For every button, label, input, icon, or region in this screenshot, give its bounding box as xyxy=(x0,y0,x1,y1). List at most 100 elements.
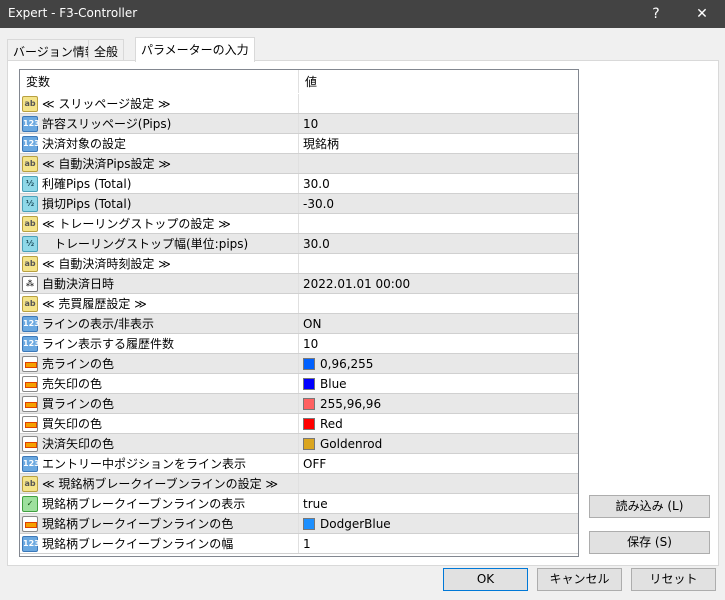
parameter-name-cell: 123 決済対象の設定 xyxy=(20,134,299,153)
parameter-value: Blue xyxy=(320,376,347,391)
parameter-name-cell: 123 ライン表示する履歴件数 xyxy=(20,334,299,353)
parameter-name: ≪ スリッページ設定 ≫ xyxy=(42,97,171,111)
parameter-row[interactable]: ab ≪ 売買履歴設定 ≫ xyxy=(20,294,578,314)
parameter-row[interactable]: ½ 利確Pips (Total) 30.0 xyxy=(20,174,578,194)
parameter-value-cell[interactable]: 30.0 xyxy=(299,174,578,193)
double-type-icon: ½ xyxy=(22,175,38,192)
header-variable[interactable]: 変数 xyxy=(20,70,299,93)
string-type-icon: ab xyxy=(22,295,38,312)
parameter-value-cell[interactable]: 現銘柄 xyxy=(299,134,578,153)
help-button[interactable]: ? xyxy=(633,0,679,28)
parameter-value-cell[interactable] xyxy=(299,294,578,313)
parameter-value-cell[interactable] xyxy=(299,474,578,493)
parameter-name-cell: ⁂ 自動決済日時 xyxy=(20,274,299,293)
parameter-value-cell[interactable]: 30.0 xyxy=(299,234,578,253)
int-type-icon: 123 xyxy=(22,535,40,552)
save-button[interactable]: 保存 (S) xyxy=(589,531,710,554)
parameter-value-cell[interactable]: Red xyxy=(299,414,578,433)
color-swatch xyxy=(303,517,315,530)
parameter-value-cell[interactable]: 10 xyxy=(299,334,578,353)
window-title: Expert - F3-Controller xyxy=(8,6,138,20)
cancel-button[interactable]: キャンセル xyxy=(537,568,622,591)
parameter-name: 売ラインの色 xyxy=(42,357,115,371)
parameter-value: 0,96,255 xyxy=(320,356,374,371)
parameter-row[interactable]: 現銘柄ブレークイーブンラインの色 DodgerBlue xyxy=(20,514,578,534)
reset-button[interactable]: リセット xyxy=(631,568,716,591)
color-type-icon xyxy=(22,355,38,372)
tab-parameters[interactable]: パラメーターの入力 xyxy=(135,37,255,62)
parameter-value: 255,96,96 xyxy=(320,396,382,411)
parameter-value: 現銘柄 xyxy=(303,137,340,151)
int-type-icon: 123 xyxy=(22,135,40,152)
tab-general[interactable]: 全般 xyxy=(88,39,125,61)
string-type-icon: ab xyxy=(22,95,38,112)
parameter-name: ≪ 現銘柄ブレークイーブンラインの設定 ≫ xyxy=(42,477,279,491)
parameter-row[interactable]: ½ 損切Pips (Total) -30.0 xyxy=(20,194,578,214)
parameter-name: 現銘柄ブレークイーブンラインの色 xyxy=(42,517,234,531)
parameter-row[interactable]: ½ トレーリングストップ幅(単位:pips) 30.0 xyxy=(20,234,578,254)
double-type-icon: ½ xyxy=(22,195,38,212)
parameter-row[interactable]: ✓ 現銘柄ブレークイーブンラインの表示 true xyxy=(20,494,578,514)
parameter-name-cell: ab ≪ トレーリングストップの設定 ≫ xyxy=(20,214,299,233)
parameter-row[interactable]: ab ≪ スリッページ設定 ≫ xyxy=(20,94,578,114)
parameter-value-cell[interactable]: 2022.01.01 00:00 xyxy=(299,274,578,293)
parameter-row[interactable]: ab ≪ 現銘柄ブレークイーブンラインの設定 ≫ xyxy=(20,474,578,494)
parameter-value: 10 xyxy=(303,336,319,351)
parameter-name: 許容スリッページ(Pips) xyxy=(42,117,172,131)
parameter-row[interactable]: 買ラインの色 255,96,96 xyxy=(20,394,578,414)
parameter-value-cell[interactable]: Goldenrod xyxy=(299,434,578,453)
parameter-row[interactable]: 123 ライン表示する履歴件数 10 xyxy=(20,334,578,354)
parameter-value: 30.0 xyxy=(303,236,330,251)
parameter-value-cell[interactable]: 255,96,96 xyxy=(299,394,578,413)
parameter-row[interactable]: ⁂ 自動決済日時 2022.01.01 00:00 xyxy=(20,274,578,294)
parameter-row[interactable]: ab ≪ 自動決済Pips設定 ≫ xyxy=(20,154,578,174)
ok-button[interactable]: OK xyxy=(443,568,528,591)
parameter-row[interactable]: 売ラインの色 0,96,255 xyxy=(20,354,578,374)
parameter-row[interactable]: 123 決済対象の設定 現銘柄 xyxy=(20,134,578,154)
parameter-name-cell: ✓ 現銘柄ブレークイーブンラインの表示 xyxy=(20,494,299,513)
parameter-name-cell: ab ≪ 自動決済時刻設定 ≫ xyxy=(20,254,299,273)
parameter-value-cell[interactable]: 10 xyxy=(299,114,578,133)
close-button[interactable]: ✕ xyxy=(679,0,725,28)
parameter-row[interactable]: 123 エントリー中ポジションをライン表示 OFF xyxy=(20,454,578,474)
parameter-grid: 変数 値 ab ≪ スリッページ設定 ≫ 123 許容スリッページ(Pips) 10 12… xyxy=(19,69,579,557)
parameter-row[interactable]: 123 ラインの表示/非表示 ON xyxy=(20,314,578,334)
parameter-value: 30.0 xyxy=(303,176,330,191)
parameter-row[interactable]: 買矢印の色 Red xyxy=(20,414,578,434)
parameter-value-cell[interactable]: OFF xyxy=(299,454,578,473)
parameter-row[interactable]: ab ≪ トレーリングストップの設定 ≫ xyxy=(20,214,578,234)
string-type-icon: ab xyxy=(22,215,38,232)
parameter-value-cell[interactable] xyxy=(299,94,578,113)
parameter-value-cell[interactable]: Blue xyxy=(299,374,578,393)
parameter-value-cell[interactable]: true xyxy=(299,494,578,513)
parameter-row[interactable]: 123 現銘柄ブレークイーブンラインの幅 1 xyxy=(20,534,578,554)
parameter-name: 買ラインの色 xyxy=(42,397,115,411)
header-value[interactable]: 値 xyxy=(299,70,578,93)
parameter-row[interactable]: 123 許容スリッページ(Pips) 10 xyxy=(20,114,578,134)
parameter-name-cell: ab ≪ 現銘柄ブレークイーブンラインの設定 ≫ xyxy=(20,474,299,493)
load-button[interactable]: 読み込み (L) xyxy=(589,495,710,518)
parameter-row[interactable]: 売矢印の色 Blue xyxy=(20,374,578,394)
parameter-value-cell[interactable] xyxy=(299,214,578,233)
parameter-value: DodgerBlue xyxy=(320,516,391,531)
string-type-icon: ab xyxy=(22,155,38,172)
color-swatch xyxy=(303,437,315,450)
parameter-value-cell[interactable]: 1 xyxy=(299,534,578,553)
parameter-name-cell: 123 エントリー中ポジションをライン表示 xyxy=(20,454,299,473)
parameter-value-cell[interactable] xyxy=(299,254,578,273)
parameter-row[interactable]: ab ≪ 自動決済時刻設定 ≫ xyxy=(20,254,578,274)
parameter-row[interactable]: 決済矢印の色 Goldenrod xyxy=(20,434,578,454)
parameter-value-cell[interactable]: DodgerBlue xyxy=(299,514,578,533)
parameter-value-cell[interactable]: ON xyxy=(299,314,578,333)
color-type-icon xyxy=(22,515,38,532)
color-type-icon xyxy=(22,435,38,452)
parameter-name: 現銘柄ブレークイーブンラインの幅 xyxy=(42,537,234,551)
parameter-value: Red xyxy=(320,416,343,431)
parameter-value-cell[interactable]: -30.0 xyxy=(299,194,578,213)
parameter-name-cell: ½ 利確Pips (Total) xyxy=(20,174,299,193)
parameter-name: ≪ トレーリングストップの設定 ≫ xyxy=(42,217,231,231)
parameter-value: true xyxy=(303,496,328,511)
parameter-value-cell[interactable] xyxy=(299,154,578,173)
parameter-value-cell[interactable]: 0,96,255 xyxy=(299,354,578,373)
int-type-icon: 123 xyxy=(22,115,40,132)
